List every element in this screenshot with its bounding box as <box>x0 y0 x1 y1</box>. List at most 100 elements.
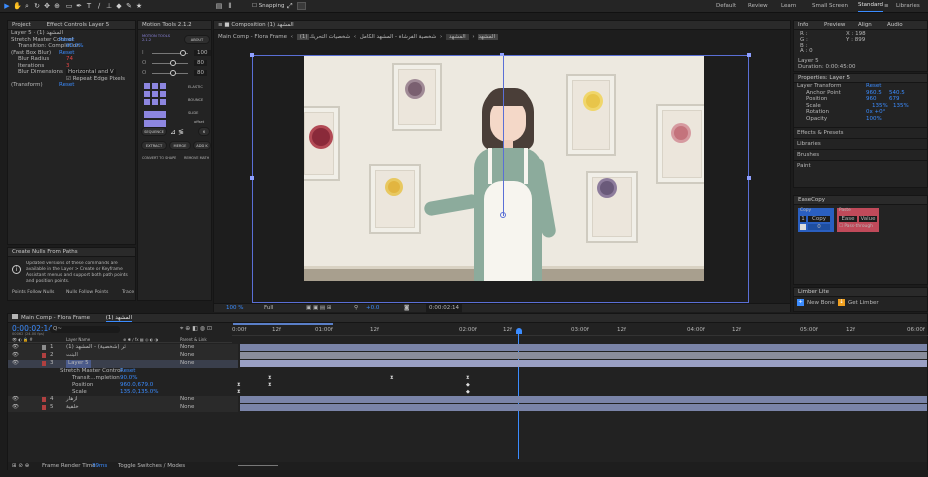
keyframe-icon[interactable]: ◆ <box>466 389 470 395</box>
layer-row[interactable]: 👁 5 خلفية None <box>8 404 238 412</box>
handle-mr[interactable] <box>747 176 751 180</box>
sequence-count[interactable]: 6 <box>198 127 210 136</box>
time-ruler[interactable]: 0:00f 12f 01:00f 12f 02:00f 12f 03:00f 1… <box>232 324 928 336</box>
timeline-toolbar-icons[interactable]: ⌖ ⊕ ◧ ◍ ⊡ <box>180 325 212 333</box>
breadcrumb-item[interactable]: شخصيات التحريك <box>309 34 350 40</box>
elastic-button[interactable]: ELASTIC <box>188 85 203 89</box>
pen-tool-icon[interactable]: ✒ <box>75 2 83 11</box>
slider-knob[interactable] <box>170 60 176 66</box>
brush-tool-icon[interactable]: ∕ <box>95 2 103 11</box>
selection-tool-icon[interactable]: ▶ <box>3 2 11 11</box>
playhead[interactable] <box>516 328 522 334</box>
quality-select[interactable]: Full <box>264 304 273 313</box>
anchor-grid[interactable] <box>144 83 168 129</box>
tab-effect-controls[interactable]: Effect Controls Layer 5 <box>47 22 110 28</box>
get-limber-button[interactable]: Get Limber <box>848 300 879 306</box>
breadcrumb-item[interactable]: المشهد <box>445 34 469 40</box>
workspace-learn[interactable]: Learn <box>781 0 796 13</box>
keyframe-icon[interactable]: ⧗ <box>237 382 241 388</box>
toggle-switches-modes[interactable]: Toggle Switches / Modes <box>118 462 185 470</box>
anchor-point[interactable] <box>500 212 506 218</box>
align-left-icon[interactable]: ▤ <box>215 2 223 11</box>
layer-bar[interactable] <box>240 344 927 351</box>
timeline-tab-main[interactable]: Main Comp - Flora Frame <box>12 314 90 321</box>
layer-row-selected[interactable]: 👁 3 Layer 5 None <box>8 360 238 368</box>
pass-through-checkbox[interactable]: ☐ Pass-through <box>839 224 873 229</box>
slot-field[interactable]: 0 <box>808 224 830 230</box>
lock-icon[interactable]: ≡ ■ <box>218 22 230 28</box>
text-tool-icon[interactable]: T <box>85 2 93 11</box>
girl-character[interactable] <box>423 86 564 281</box>
copy-slot[interactable]: 1 <box>800 216 806 222</box>
footer-icons[interactable]: ⊞ ⊘ ⊕ <box>12 462 29 470</box>
points-follow-nulls-button[interactable]: Points Follow Nulls <box>12 290 54 295</box>
layer-bar[interactable] <box>240 404 927 411</box>
timeline-tab-scene[interactable]: (1) المشهد <box>105 315 133 322</box>
get-limber-icon[interactable]: ↓ <box>838 299 845 306</box>
snapping-toggle[interactable]: ☐ Snapping <box>252 2 285 11</box>
hand-tool-icon[interactable]: ✋ <box>13 2 22 11</box>
keyframe-icon[interactable]: ⧗ <box>237 389 241 395</box>
new-bone-icon[interactable]: + <box>797 299 804 306</box>
trace-button[interactable]: Trace <box>122 290 134 295</box>
paint-panel[interactable]: Paint <box>794 160 927 171</box>
composition-tab[interactable]: ≡ ■ Composition (1) المشهد <box>214 21 790 30</box>
zoom-tool-icon[interactable]: ⌕ <box>23 2 31 11</box>
layer-row[interactable]: 👁 2 البنت None <box>8 352 238 360</box>
keyframe-icon[interactable]: ⧗ <box>390 375 394 381</box>
work-area-bar[interactable] <box>233 323 333 325</box>
keyframe-icon[interactable]: ◆ <box>466 382 470 388</box>
breadcrumb-item[interactable]: Main Comp - Flora Frame <box>218 34 287 40</box>
merge-button[interactable]: MERGE <box>169 141 191 150</box>
slider-in[interactable]: O 80 <box>142 70 212 77</box>
slider-knob[interactable] <box>180 50 186 56</box>
view-options-icon[interactable]: ▣ ▣ ▤ ⊞ <box>306 304 331 313</box>
pan-tool-icon[interactable]: ⊕ <box>53 2 61 11</box>
tab-info[interactable]: Info <box>798 21 808 29</box>
workspace-small-screen[interactable]: Small Screen <box>812 0 852 13</box>
offset-button[interactable]: offset <box>194 120 204 124</box>
layer-bar[interactable] <box>240 396 927 403</box>
remove-math-button[interactable]: REMOVE MATH <box>184 156 209 160</box>
effects-presets-panel[interactable]: Effects & Presets <box>794 127 927 138</box>
copy-button[interactable]: Copy <box>808 216 830 222</box>
checkbox-icon[interactable]: ☑ <box>66 76 71 82</box>
handle-tr[interactable] <box>747 53 751 57</box>
ease-button[interactable]: Ease <box>839 216 857 222</box>
layer-bar[interactable] <box>240 352 927 359</box>
ease-graph-icon[interactable]: ⊿ ≶ <box>170 128 184 136</box>
tab-audio[interactable]: Audio <box>887 21 903 29</box>
extract-button[interactable]: EXTRACT <box>141 141 167 150</box>
zoom-select[interactable]: 100 % <box>226 304 243 313</box>
keyframe-icon[interactable]: ⧗ <box>466 375 470 381</box>
slide-button[interactable]: SLIDE <box>188 111 198 115</box>
sequence-button[interactable]: SEQUENCE <box>141 127 167 136</box>
align-center-icon[interactable]: ⫴ <box>226 2 234 11</box>
slider-knob[interactable] <box>170 70 176 76</box>
snapshot-icon[interactable]: ◙ <box>404 304 409 313</box>
tab-align[interactable]: Align <box>858 21 872 29</box>
breadcrumb-item[interactable]: شخصية الفرشاة - المشهد الكامل <box>360 34 436 40</box>
layer-bar[interactable] <box>240 360 927 367</box>
eraser-tool-icon[interactable]: ◆ <box>115 2 123 11</box>
about-button[interactable]: ABOUT <box>184 35 210 44</box>
keyframe-icon[interactable]: ⧗ <box>268 382 272 388</box>
save-icon[interactable] <box>800 224 806 230</box>
rotate-tool-icon[interactable]: ↻ <box>33 2 41 11</box>
layer-row[interactable]: 👁 4 أزهار None <box>8 396 238 404</box>
layer-row[interactable]: 👁 1 الدوائر (شخصية) - المشهد (1) None <box>8 344 238 352</box>
brushes-panel[interactable]: Brushes <box>794 149 927 160</box>
puppet-tool-icon[interactable]: ★ <box>135 2 143 11</box>
prop-row[interactable]: Opacity 100% <box>794 116 927 123</box>
workspace-default[interactable]: Default <box>716 0 736 13</box>
add-key-button[interactable]: ADD K <box>193 141 211 150</box>
tab-project[interactable]: Project <box>12 22 31 28</box>
effect-row[interactable]: (Transform) Reset <box>8 82 135 89</box>
zoom-slider[interactable] <box>238 465 278 466</box>
workspace-standard[interactable]: Standard <box>858 0 884 12</box>
libraries-panel[interactable]: Libraries <box>794 138 927 149</box>
composition-viewer[interactable] <box>304 56 704 281</box>
handle-ml[interactable] <box>250 176 254 180</box>
screen-icon[interactable] <box>297 2 306 10</box>
feather-icon[interactable]: ⤢ <box>287 2 293 11</box>
